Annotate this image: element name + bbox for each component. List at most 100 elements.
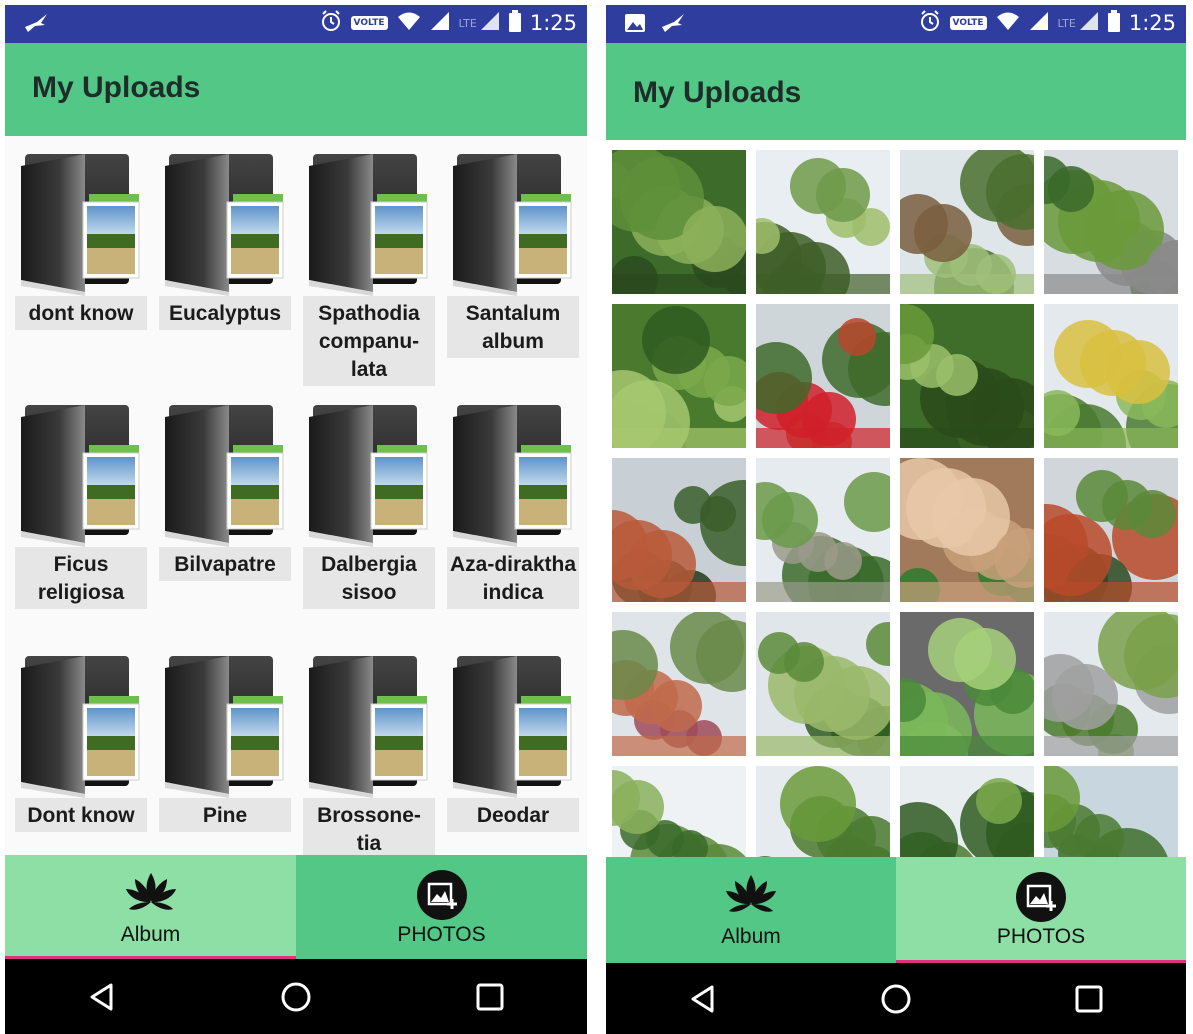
photo-thumbnail[interactable]: [900, 458, 1034, 602]
home-button[interactable]: [266, 972, 326, 1022]
signal-icon: [1029, 11, 1049, 35]
album-label: dont know: [15, 296, 147, 330]
photo-thumbnail[interactable]: [612, 150, 746, 294]
lotus-flower-icon: [125, 869, 177, 917]
album-item[interactable]: Ficus religiosa: [13, 399, 149, 650]
photo-thumbnail[interactable]: [900, 150, 1034, 294]
album-folder-icon: [451, 152, 573, 296]
album-label: Bilvapatre: [159, 547, 291, 581]
album-item[interactable]: Brossone-tia: [301, 650, 437, 855]
alarm-icon: [320, 10, 342, 36]
app-bar: My Uploads: [5, 43, 587, 136]
photo-list[interactable]: [606, 140, 1186, 857]
album-label: Eucalyptus: [159, 296, 291, 330]
album-list[interactable]: dont know Eucalyptus Spathodia companu-l…: [5, 136, 587, 855]
photo-thumbnail[interactable]: [1044, 766, 1178, 857]
album-item[interactable]: Pine: [157, 650, 293, 855]
album-item[interactable]: Aza-diraktha indica: [445, 399, 581, 650]
clock: 1:25: [529, 11, 577, 35]
photo-thumbnail[interactable]: [756, 612, 890, 756]
photo-thumbnail[interactable]: [612, 766, 746, 857]
back-icon: [90, 983, 113, 1010]
photo-thumbnail[interactable]: [1044, 304, 1178, 448]
bird-notification-icon: [660, 13, 686, 37]
bottom-navigation: Album PHOTOS: [606, 857, 1186, 963]
album-folder-icon: [451, 403, 573, 547]
tab-photos-label: PHOTOS: [996, 925, 1086, 948]
album-folder-icon: [451, 654, 573, 798]
photo-thumbnail[interactable]: [756, 458, 890, 602]
clock: 1:25: [1128, 11, 1176, 35]
photo-thumbnail[interactable]: [612, 304, 746, 448]
photo-thumbnail[interactable]: [1044, 150, 1178, 294]
lotus-flower-icon: [725, 871, 777, 919]
photo-thumbnail[interactable]: [612, 458, 746, 602]
photo-grid: [612, 150, 1178, 857]
home-button[interactable]: [866, 974, 926, 1024]
album-item[interactable]: Dalbergia sisoo: [301, 399, 437, 650]
album-label: Dalbergia sisoo: [303, 547, 435, 609]
tab-album-label: Album: [120, 923, 181, 946]
album-folder-icon: [19, 152, 141, 296]
album-folder-icon: [163, 654, 285, 798]
photos-screen: VOLTE LTE 1:25 My Uploads Album PHOTOS: [606, 5, 1186, 1034]
photo-thumbnail[interactable]: [756, 304, 890, 448]
album-item[interactable]: Dont know: [13, 650, 149, 855]
recents-icon: [476, 983, 504, 1010]
photo-thumbnail[interactable]: [612, 612, 746, 756]
photo-thumbnail[interactable]: [1044, 612, 1178, 756]
album-item[interactable]: Eucalyptus: [157, 148, 293, 399]
volte-icon: VOLTE: [350, 16, 388, 30]
page-title: My Uploads: [32, 71, 201, 104]
add-photo-icon: [1015, 871, 1067, 927]
lte-label: LTE: [458, 16, 477, 30]
album-item[interactable]: dont know: [13, 148, 149, 399]
album-folder-icon: [163, 403, 285, 547]
recents-button[interactable]: [460, 972, 520, 1022]
tab-album-label: Album: [721, 925, 781, 948]
volte-icon: VOLTE: [949, 16, 987, 30]
page-title: My Uploads: [633, 76, 802, 109]
signal-icon: [430, 11, 450, 35]
album-folder-icon: [19, 654, 141, 798]
album-folder-icon: [307, 654, 429, 798]
album-folder-icon: [307, 152, 429, 296]
album-folder-icon: [307, 403, 429, 547]
system-navigation-bar: [606, 963, 1186, 1034]
tab-photos-label: PHOTOS: [397, 923, 486, 946]
photo-thumbnail[interactable]: [756, 150, 890, 294]
tab-photos[interactable]: PHOTOS: [896, 857, 1186, 963]
album-folder-icon: [163, 152, 285, 296]
album-item[interactable]: Deodar: [445, 650, 581, 855]
photo-thumbnail[interactable]: [900, 766, 1034, 857]
album-label: Deodar: [447, 798, 579, 832]
album-item[interactable]: Bilvapatre: [157, 399, 293, 650]
photo-thumbnail[interactable]: [900, 304, 1034, 448]
photo-thumbnail[interactable]: [900, 612, 1034, 756]
album-item[interactable]: Spathodia companu-lata: [301, 148, 437, 399]
photo-thumbnail[interactable]: [756, 766, 890, 857]
album-label: Spathodia companu-lata: [303, 296, 435, 386]
album-label: Ficus religiosa: [15, 547, 147, 609]
tab-album[interactable]: Album: [606, 857, 896, 963]
album-grid: dont know Eucalyptus Spathodia companu-l…: [13, 148, 581, 855]
bird-notification-icon: [23, 13, 49, 37]
album-item[interactable]: Santalum album: [445, 148, 581, 399]
back-button[interactable]: [673, 974, 733, 1024]
signal-icon: [480, 11, 500, 35]
home-icon: [281, 982, 311, 1011]
recents-button[interactable]: [1059, 974, 1119, 1024]
album-label: Aza-diraktha indica: [447, 547, 579, 609]
album-label: Santalum album: [447, 296, 579, 358]
back-button[interactable]: [72, 972, 132, 1022]
system-navigation-bar: [5, 959, 587, 1034]
photo-thumbnail[interactable]: [1044, 458, 1178, 602]
album-label: Brossone-tia: [303, 798, 435, 855]
alarm-icon: [919, 10, 941, 36]
tab-photos[interactable]: PHOTOS: [296, 855, 587, 959]
tab-album[interactable]: Album: [5, 855, 296, 959]
add-photo-icon: [416, 869, 468, 925]
bottom-navigation: Album PHOTOS: [5, 855, 587, 959]
recents-icon: [1075, 985, 1103, 1012]
album-screen: VOLTE LTE 1:25 My Uploads dont know Euca…: [5, 5, 587, 1034]
